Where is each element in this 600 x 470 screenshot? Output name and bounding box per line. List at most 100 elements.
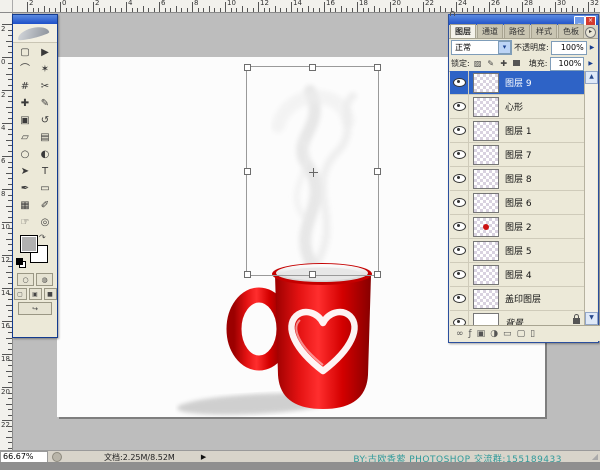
lock-pixels-icon[interactable]: ✎ [486, 59, 496, 68]
slice-tool[interactable]: ✂ [35, 78, 55, 95]
layer-row-7[interactable]: 图层 2 [450, 215, 584, 239]
lock-all-icon[interactable] [512, 59, 522, 68]
visibility-toggle[interactable] [450, 71, 469, 94]
magic-wand-tool[interactable]: ✶ [35, 61, 55, 78]
visibility-toggle[interactable] [450, 191, 469, 214]
zoom-tool[interactable]: ◎ [35, 214, 55, 231]
transform-bounding-box[interactable] [246, 66, 379, 276]
visibility-toggle[interactable] [450, 311, 469, 325]
path-selection-tool[interactable]: ➤ [15, 163, 35, 180]
type-tool[interactable]: T [35, 163, 55, 180]
layer-row-10[interactable]: 盖印图层 [450, 287, 584, 311]
layer-row-4[interactable]: 图层 7 [450, 143, 584, 167]
transform-handle-bottom-right[interactable] [374, 271, 381, 278]
layer-group-button[interactable]: ▭ [503, 327, 512, 341]
crop-tool[interactable]: # [15, 78, 35, 95]
jump-to-imageready-button[interactable]: ↪ [18, 302, 52, 315]
layer-row-11[interactable]: 背景 [450, 311, 584, 325]
layer-row-1[interactable]: 图层 9 [450, 71, 584, 95]
layer-thumbnail[interactable] [473, 121, 499, 141]
tab-图层[interactable]: 图层 [450, 24, 476, 38]
adjustment-layer-button[interactable]: ◑ [490, 327, 498, 341]
layer-thumbnail[interactable] [473, 193, 499, 213]
healing-brush-tool[interactable]: ✚ [15, 95, 35, 112]
new-layer-button[interactable]: ▢ [517, 327, 526, 341]
status-options-arrow[interactable]: ▶ [201, 453, 206, 461]
blur-tool[interactable]: ○ [15, 146, 35, 163]
layer-thumbnail[interactable] [473, 289, 499, 309]
transform-handle-mid-right[interactable] [374, 168, 381, 175]
layer-row-2[interactable]: 心形 [450, 95, 584, 119]
visibility-toggle[interactable] [450, 215, 469, 238]
foreground-color-swatch[interactable] [20, 235, 38, 253]
transform-handle-bottom-left[interactable] [244, 271, 251, 278]
fullscreen-menubar-button[interactable]: ▣ [29, 288, 42, 300]
standard-screen-button[interactable]: ▢ [14, 288, 27, 300]
tab-通道[interactable]: 通道 [477, 24, 503, 38]
move-tool[interactable]: ▶ [35, 44, 55, 61]
lock-transparency-icon[interactable]: ▨ [473, 59, 483, 68]
gradient-tool[interactable]: ▤ [35, 129, 55, 146]
transform-handle-top-left[interactable] [244, 64, 251, 71]
lock-position-icon[interactable]: ✚ [499, 59, 509, 68]
history-brush-tool[interactable]: ↺ [35, 112, 55, 129]
transform-handle-top-center[interactable] [309, 64, 316, 71]
scroll-up-button[interactable]: ▲ [585, 71, 598, 84]
fullscreen-button[interactable]: ■ [44, 288, 57, 300]
fill-input[interactable]: 100% [550, 57, 584, 71]
standard-mode-button[interactable]: ○ [17, 273, 34, 286]
panel-menu-button[interactable]: ▸ [585, 27, 596, 38]
default-colors-icon[interactable] [16, 258, 25, 267]
tab-色板[interactable]: 色板 [558, 24, 584, 38]
resize-grip-icon[interactable]: ◢ [592, 452, 598, 461]
horizontal-ruler[interactable]: 202468101214161820222426283032 [0, 0, 600, 13]
layer-thumbnail[interactable] [473, 145, 499, 165]
swap-colors-icon[interactable]: ↷ [39, 233, 46, 242]
dodge-tool[interactable]: ◐ [35, 146, 55, 163]
layer-thumbnail[interactable] [473, 313, 499, 326]
layer-row-3[interactable]: 图层 1 [450, 119, 584, 143]
layer-thumbnail[interactable] [473, 169, 499, 189]
layer-row-5[interactable]: 图层 8 [450, 167, 584, 191]
layer-style-button[interactable]: ƒ [469, 327, 472, 341]
tab-路径[interactable]: 路径 [504, 24, 530, 38]
layer-thumbnail[interactable] [473, 241, 499, 261]
layer-thumbnail[interactable] [473, 97, 499, 117]
visibility-toggle[interactable] [450, 95, 469, 118]
opacity-spinner-icon[interactable]: ▶ [590, 44, 595, 51]
pen-tool[interactable]: ✒ [15, 180, 35, 197]
clone-stamp-tool[interactable]: ▣ [15, 112, 35, 129]
transform-reference-point[interactable] [309, 168, 318, 177]
visibility-toggle[interactable] [450, 287, 469, 310]
layer-thumbnail[interactable] [473, 73, 499, 93]
layer-mask-button[interactable]: ▣ [477, 327, 486, 341]
brush-tool[interactable]: ✎ [35, 95, 55, 112]
layer-row-9[interactable]: 图层 4 [450, 263, 584, 287]
transform-handle-mid-left[interactable] [244, 168, 251, 175]
layer-row-6[interactable]: 图层 6 [450, 191, 584, 215]
tools-palette-titlebar[interactable] [13, 15, 57, 24]
chevron-down-icon[interactable]: ▾ [498, 41, 511, 54]
blend-mode-select[interactable]: 正常 ▾ [451, 40, 512, 55]
eyedropper-tool[interactable]: ✐ [35, 197, 55, 214]
rectangular-marquee-tool[interactable]: ▢ [15, 44, 35, 61]
visibility-toggle[interactable] [450, 143, 469, 166]
quick-mask-mode-button[interactable]: ◍ [36, 273, 53, 286]
layer-thumbnail[interactable] [473, 217, 499, 237]
transform-handle-bottom-center[interactable] [309, 271, 316, 278]
layer-row-8[interactable]: 图层 5 [450, 239, 584, 263]
eraser-tool[interactable]: ▱ [15, 129, 35, 146]
transform-handle-top-right[interactable] [374, 64, 381, 71]
shape-tool[interactable]: ▭ [35, 180, 55, 197]
visibility-toggle[interactable] [450, 239, 469, 262]
scroll-down-button[interactable]: ▼ [585, 312, 598, 325]
tab-样式[interactable]: 样式 [531, 24, 557, 38]
opacity-input[interactable]: 100% [551, 41, 587, 55]
visibility-toggle[interactable] [450, 119, 469, 142]
lasso-tool[interactable]: ⌒ [15, 61, 35, 78]
fill-spinner-icon[interactable]: ▶ [588, 60, 593, 67]
notes-tool[interactable]: ▦ [15, 197, 35, 214]
visibility-toggle[interactable] [450, 167, 469, 190]
layers-scrollbar[interactable]: ▲ ▼ [584, 71, 597, 325]
visibility-toggle[interactable] [450, 263, 469, 286]
